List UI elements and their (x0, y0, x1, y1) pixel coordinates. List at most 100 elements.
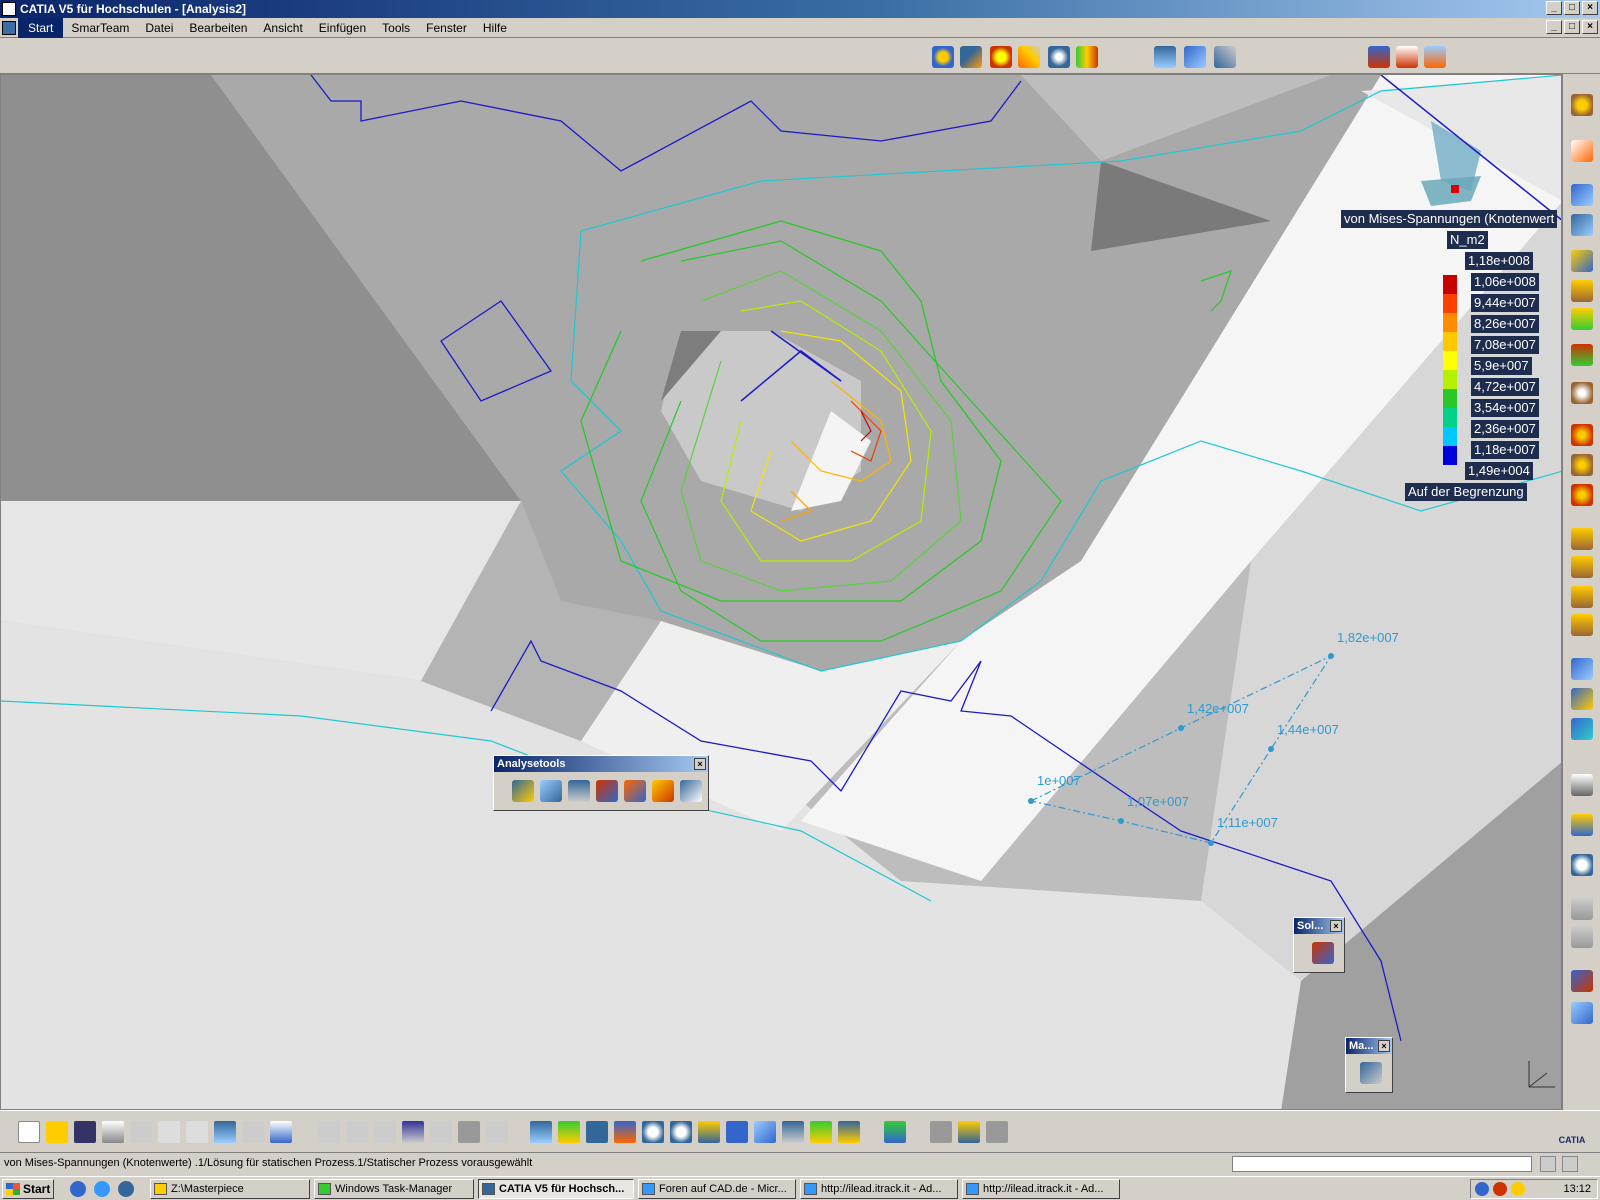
plate3-icon[interactable] (1571, 586, 1593, 608)
animate-icon[interactable] (1154, 46, 1176, 68)
material-icon[interactable] (1360, 1062, 1382, 1084)
lock-icon[interactable] (458, 1121, 480, 1143)
restraint-icon[interactable] (1571, 184, 1593, 206)
taskbar-item[interactable]: Foren auf CAD.de - Micr... (638, 1179, 796, 1199)
shading-icon[interactable] (782, 1121, 804, 1143)
quick-launch-icon[interactable] (70, 1181, 86, 1197)
print-icon[interactable] (102, 1121, 124, 1143)
force-icon[interactable] (1571, 308, 1593, 330)
menu-start[interactable]: Start (18, 17, 64, 38)
analysetools-toolbar[interactable]: Analysetools × (493, 755, 709, 811)
solver-toolbar[interactable]: Sol... × (1293, 917, 1345, 973)
analysis-tool-7-icon[interactable] (680, 780, 702, 802)
catia-app-icon[interactable] (2, 2, 16, 16)
sensor-icon[interactable] (1571, 344, 1593, 366)
copy-icon[interactable] (158, 1121, 180, 1143)
load-icon[interactable] (1571, 214, 1593, 236)
table-icon[interactable] (402, 1121, 424, 1143)
pressure-icon[interactable] (1571, 280, 1593, 302)
iso-view-icon[interactable] (754, 1121, 776, 1143)
taskbar-item[interactable]: Z:\Masterpiece (150, 1179, 310, 1199)
comment-icon[interactable] (346, 1121, 368, 1143)
image-layout-icon[interactable] (1368, 46, 1390, 68)
menu-hilfe[interactable]: Hilfe (475, 18, 515, 38)
rotate-icon[interactable] (614, 1121, 636, 1143)
layer-icon[interactable] (1571, 1002, 1593, 1024)
dimension-icon[interactable] (1571, 898, 1593, 920)
bug-icon[interactable] (1571, 424, 1593, 446)
report-icon[interactable] (1396, 46, 1418, 68)
mesh-part-icon[interactable] (1571, 658, 1593, 680)
formula-icon[interactable] (318, 1121, 340, 1143)
status-icon[interactable] (1540, 1156, 1556, 1172)
zoom-out-icon[interactable] (670, 1121, 692, 1143)
menu-fenster[interactable]: Fenster (418, 18, 475, 38)
annotation-label[interactable]: 1e+007 (1037, 773, 1081, 788)
paste-icon[interactable] (186, 1121, 208, 1143)
catalog-icon[interactable] (930, 1121, 952, 1143)
doc-minimize-button[interactable]: _ (1546, 20, 1562, 34)
fit-all-icon[interactable] (558, 1121, 580, 1143)
von-mises-stress-icon[interactable] (990, 46, 1012, 68)
plate-icon[interactable] (1571, 528, 1593, 550)
redo-icon[interactable] (242, 1121, 264, 1143)
bug2-icon[interactable] (1571, 454, 1593, 476)
measure-icon[interactable] (958, 1121, 980, 1143)
annotation-label[interactable]: 1,07e+007 (1127, 794, 1189, 809)
solver-toolbar-title[interactable]: Sol... × (1294, 918, 1344, 934)
taskbar-item[interactable]: CATIA V5 für Hochsch... (478, 1179, 634, 1199)
precision-icon[interactable] (1076, 46, 1098, 68)
analysis-tool-2-icon[interactable] (540, 780, 562, 802)
taskbar-item[interactable]: http://ilead.itrack.it - Ad... (962, 1179, 1120, 1199)
annotation-label[interactable]: 1,11e+007 (1217, 815, 1278, 830)
close-icon[interactable]: × (694, 758, 706, 770)
catia-menu-icon[interactable] (2, 21, 16, 35)
normal-view-icon[interactable] (698, 1121, 720, 1143)
analysis-tool-3-icon[interactable] (568, 780, 590, 802)
hide-show-icon[interactable] (810, 1121, 832, 1143)
3d-viewport[interactable]: von Mises-Spannungen (Knotenwert N_m2 1,… (0, 74, 1562, 1110)
gear-icon[interactable] (1571, 94, 1593, 116)
search-icon[interactable] (1571, 854, 1593, 876)
mesh-part2-icon[interactable] (1571, 688, 1593, 710)
analysis-tool-1-icon[interactable] (512, 780, 534, 802)
annotation-label[interactable]: 1,44e+007 (1277, 722, 1339, 737)
amplification-icon[interactable] (1214, 46, 1236, 68)
tray-icon[interactable] (1511, 1182, 1525, 1196)
close-icon[interactable]: × (1330, 920, 1342, 932)
sphere-icon[interactable] (1571, 382, 1593, 404)
menu-einfuegen[interactable]: Einfügen (311, 18, 374, 38)
virtual-part-icon[interactable] (1571, 250, 1593, 272)
quick-launch-icon[interactable] (94, 1181, 110, 1197)
quick-launch-icon[interactable] (118, 1181, 134, 1197)
open-file-icon[interactable] (46, 1121, 68, 1143)
analysetools-title[interactable]: Analysetools × (494, 756, 708, 772)
cut-plane-icon[interactable] (1184, 46, 1206, 68)
analysis-tool-6-icon[interactable] (652, 780, 674, 802)
tree-icon[interactable] (430, 1121, 452, 1143)
menu-tools[interactable]: Tools (374, 18, 418, 38)
grid-icon[interactable] (1571, 926, 1593, 948)
taskbar-item[interactable]: http://ilead.itrack.it - Ad... (800, 1179, 958, 1199)
compute-icon[interactable] (1312, 942, 1334, 964)
spec-tree-icon[interactable] (884, 1121, 906, 1143)
tray-icon[interactable] (1493, 1182, 1507, 1196)
bug3-icon[interactable] (1571, 484, 1593, 506)
document-icon[interactable] (986, 1121, 1008, 1143)
zoom-in-icon[interactable] (642, 1121, 664, 1143)
material-toolbar[interactable]: Ma... × (1345, 1037, 1393, 1093)
undo-icon[interactable] (214, 1121, 236, 1143)
new-file-icon[interactable] (18, 1121, 40, 1143)
annotation-label[interactable]: 1,82e+007 (1337, 630, 1399, 645)
plate2-icon[interactable] (1571, 556, 1593, 578)
analysis-tool-5-icon[interactable] (624, 780, 646, 802)
menu-ansicht[interactable]: Ansicht (255, 18, 310, 38)
swap-space-icon[interactable] (838, 1121, 860, 1143)
multi-view-icon[interactable] (726, 1121, 748, 1143)
menu-bearbeiten[interactable]: Bearbeiten (181, 18, 255, 38)
select-icon[interactable] (1571, 140, 1593, 162)
generate-image-icon[interactable] (1424, 46, 1446, 68)
material-toolbar-title[interactable]: Ma... × (1346, 1038, 1392, 1054)
displacement-icon[interactable] (1018, 46, 1040, 68)
help-icon[interactable] (270, 1121, 292, 1143)
